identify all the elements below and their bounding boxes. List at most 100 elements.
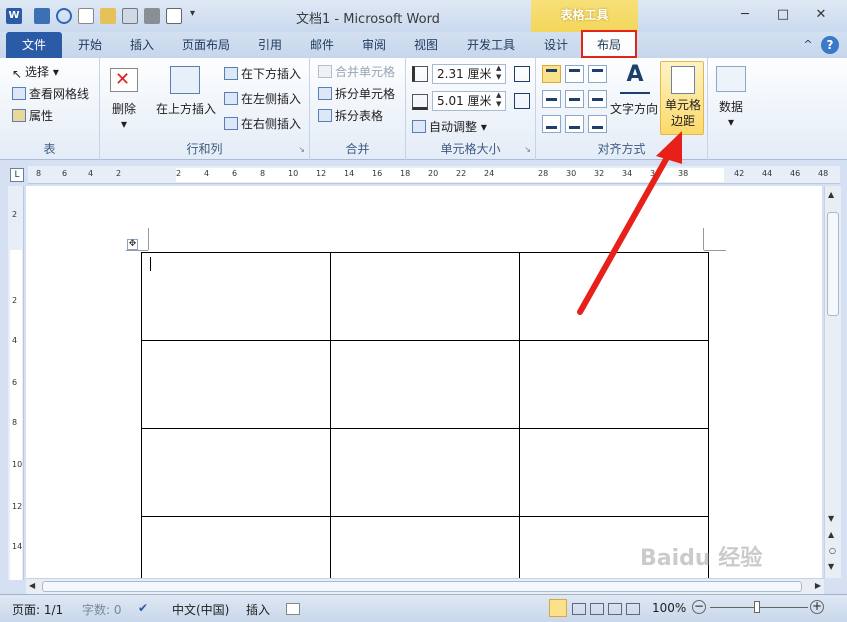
align-top-center-icon[interactable] [565, 65, 584, 83]
close-button[interactable]: ✕ [808, 5, 834, 25]
width-spinner-icon[interactable]: ▲ ▼ [496, 91, 501, 109]
tab-view[interactable]: 视图 [402, 32, 450, 58]
insert-left-button[interactable]: 在左侧插入 [224, 91, 301, 107]
outline-view-icon[interactable] [608, 603, 622, 615]
browse-object-icon[interactable]: ○ [829, 546, 836, 555]
align-top-right-icon[interactable] [588, 65, 607, 83]
align-middle-center-icon[interactable] [565, 90, 584, 108]
align-bottom-center-icon[interactable] [565, 115, 584, 133]
table-cell[interactable] [330, 340, 520, 429]
view-gridlines-button[interactable]: 查看网格线 [12, 86, 89, 102]
horizontal-scrollbar[interactable]: ◀ ▶ [26, 578, 824, 594]
customize-qat-icon[interactable]: ▾ [190, 8, 200, 24]
height-spinner-icon[interactable]: ▲ ▼ [496, 64, 501, 82]
word-app-icon[interactable]: W [6, 8, 22, 24]
maximize-button[interactable]: □ [770, 5, 796, 25]
scroll-down-arrow-icon[interactable]: ▼ [828, 514, 834, 523]
draft-view-icon[interactable] [626, 603, 640, 615]
document-page[interactable]: ✥ [26, 186, 822, 578]
ruler-corner-tab[interactable]: L [10, 168, 24, 182]
table-cell[interactable] [141, 428, 331, 517]
tab-insert[interactable]: 插入 [118, 32, 166, 58]
full-screen-reading-icon[interactable] [572, 603, 586, 615]
tab-mailings[interactable]: 邮件 [298, 32, 346, 58]
undo-icon[interactable] [56, 8, 72, 24]
tab-layout[interactable]: 布局 [581, 30, 637, 58]
tab-page-layout[interactable]: 页面布局 [170, 32, 242, 58]
scroll-left-arrow-icon[interactable]: ◀ [29, 581, 35, 590]
split-cells-button[interactable]: 拆分单元格 [318, 86, 395, 102]
horizontal-ruler[interactable]: 8 6 4 2 2 4 6 8 10 12 14 16 18 20 22 24 28 30 32 34 36 38 42 44… [28, 166, 840, 184]
row-height-input[interactable]: 2.31 厘米 [432, 64, 506, 84]
distribute-columns-icon[interactable] [514, 93, 530, 109]
zoom-level[interactable]: 100% [652, 601, 686, 615]
web-layout-icon[interactable] [590, 603, 604, 615]
minimize-button[interactable]: ─ [732, 5, 758, 25]
table-cell[interactable] [519, 428, 709, 517]
cell-margins-button[interactable]: 单元格 边距 [660, 61, 704, 135]
insert-above-button[interactable]: 在上方插入 [154, 100, 218, 117]
properties-button[interactable]: 属性 [12, 108, 53, 124]
macro-record-icon[interactable] [286, 603, 300, 615]
tab-design[interactable]: 设计 [534, 32, 578, 58]
select-button[interactable]: ↖ 选择 ▾ [12, 64, 59, 81]
table-cell[interactable] [141, 252, 331, 341]
table-cell[interactable] [330, 252, 520, 341]
scroll-up-arrow-icon[interactable]: ▲ [828, 190, 834, 199]
next-page-icon[interactable]: ▼ [828, 562, 834, 571]
dialog-launcher-icon[interactable]: ↘ [298, 145, 305, 154]
ribbon-collapse-icon[interactable]: ^ [800, 32, 816, 58]
tab-home[interactable]: 开始 [66, 32, 114, 58]
align-middle-left-icon[interactable] [542, 90, 561, 108]
table-move-handle-icon[interactable]: ✥ [127, 239, 138, 250]
column-width-input[interactable]: 5.01 厘米 [432, 91, 506, 111]
zoom-slider-thumb[interactable] [754, 601, 760, 613]
distribute-rows-icon[interactable] [514, 66, 530, 82]
page-count[interactable]: 页面: 1/1 [12, 601, 63, 618]
format-painter-icon[interactable] [100, 8, 116, 24]
tab-file[interactable]: 文件 [6, 32, 62, 58]
insert-mode[interactable]: 插入 [246, 601, 270, 618]
data-button[interactable]: 数据 ▾ [708, 98, 754, 129]
split-table-button[interactable]: 拆分表格 [318, 108, 383, 124]
text-direction-icon[interactable]: A [620, 62, 650, 94]
zoom-in-icon[interactable]: + [810, 600, 824, 614]
zoom-out-icon[interactable]: − [692, 600, 706, 614]
insert-right-button[interactable]: 在右侧插入 [224, 116, 301, 132]
scroll-thumb[interactable] [827, 212, 839, 316]
table-cell[interactable] [330, 516, 520, 578]
align-bottom-left-icon[interactable] [542, 115, 561, 133]
horizontal-scroll-thumb[interactable] [42, 581, 802, 592]
delete-table-icon[interactable]: ✕ [110, 68, 138, 92]
autofit-button[interactable]: 自动调整 ▾ [412, 119, 487, 135]
insert-above-icon[interactable] [170, 66, 200, 94]
tab-developer[interactable]: 开发工具 [456, 32, 526, 58]
vertical-ruler[interactable]: 2 2 4 6 8 10 12 14 [8, 186, 24, 580]
cell-size-dialog-launcher-icon[interactable]: ↘ [524, 145, 531, 154]
print-preview-icon[interactable] [166, 8, 182, 24]
data-icon[interactable] [716, 66, 746, 92]
new-document-icon[interactable] [78, 8, 94, 24]
previous-page-icon[interactable]: ▲ [828, 530, 834, 539]
tab-review[interactable]: 审阅 [350, 32, 398, 58]
align-top-left-icon[interactable] [542, 65, 561, 83]
tab-references[interactable]: 引用 [246, 32, 294, 58]
print-layout-view-icon[interactable] [549, 599, 567, 617]
text-direction-button[interactable]: 文字方向 [608, 100, 660, 117]
table-cell[interactable] [519, 340, 709, 429]
merge-cells-button[interactable]: 合并单元格 [318, 64, 395, 80]
table-cell[interactable] [330, 428, 520, 517]
vertical-scrollbar[interactable]: ▲ ▼ ▲ ○ ▼ [824, 186, 841, 578]
align-bottom-right-icon[interactable] [588, 115, 607, 133]
print-icon[interactable] [144, 8, 160, 24]
touch-mode-icon[interactable] [122, 8, 138, 24]
delete-button[interactable]: 删除 ▾ [104, 100, 144, 131]
save-icon[interactable] [34, 8, 50, 24]
table-cell[interactable] [519, 252, 709, 341]
table-cell[interactable] [141, 516, 331, 578]
insert-below-button[interactable]: 在下方插入 [224, 66, 301, 82]
help-icon[interactable]: ? [821, 36, 839, 54]
proofing-icon[interactable]: ✔ [138, 601, 148, 615]
word-count[interactable]: 字数: 0 [82, 601, 122, 618]
language[interactable]: 中文(中国) [172, 601, 229, 618]
